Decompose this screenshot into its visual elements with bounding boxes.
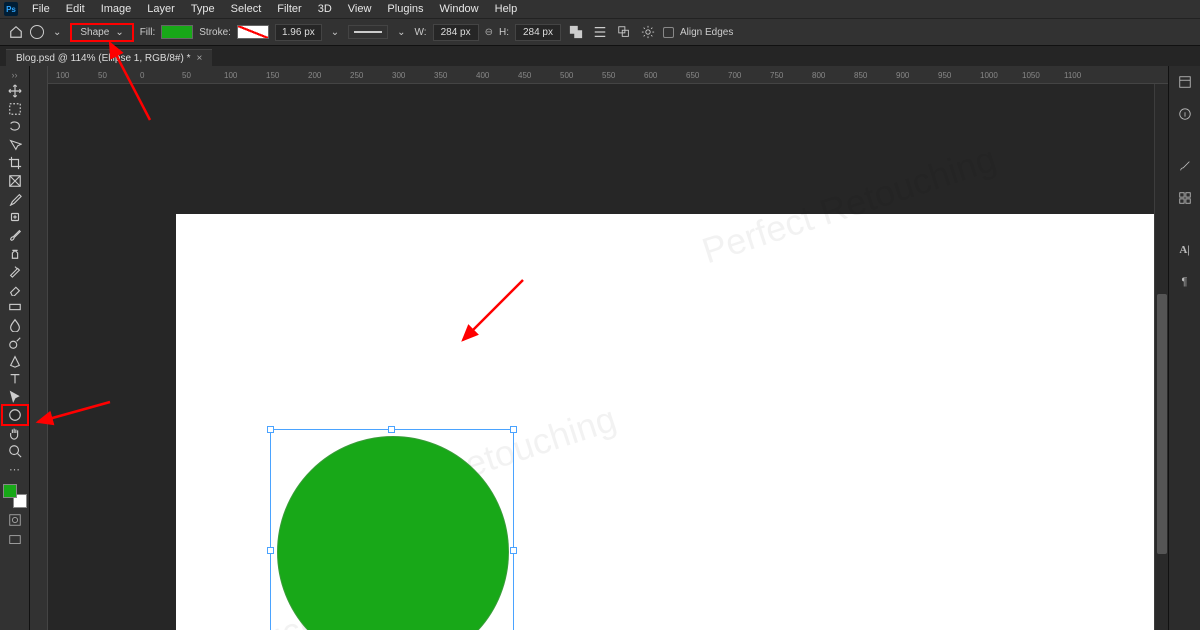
stroke-width-input[interactable]: 1.96 px: [275, 24, 322, 41]
crop-tool[interactable]: [3, 154, 27, 172]
path-align-icon[interactable]: [591, 23, 609, 41]
panel-libraries-icon[interactable]: [1175, 72, 1195, 92]
panel-paragraph-icon[interactable]: ¶: [1175, 272, 1195, 292]
healing-tool[interactable]: [3, 208, 27, 226]
path-select-tool[interactable]: [3, 388, 27, 406]
menu-edit[interactable]: Edit: [58, 1, 93, 17]
history-brush-tool[interactable]: [3, 262, 27, 280]
document-area: 100 50 0 50 100 150 200 250 300 350 400 …: [30, 66, 1168, 630]
hand-tool[interactable]: [3, 424, 27, 442]
width-label: W:: [415, 27, 427, 38]
fill-swatch[interactable]: [161, 25, 193, 39]
ps-logo: Ps: [4, 2, 18, 16]
gradient-tool[interactable]: [3, 298, 27, 316]
shape-mode-dropdown[interactable]: Shape⌄: [70, 23, 133, 42]
menu-file[interactable]: File: [24, 1, 58, 17]
workspace: ›› ⋯ 100: [0, 66, 1200, 630]
height-input[interactable]: 284 px: [515, 24, 561, 41]
menu-image[interactable]: Image: [93, 1, 140, 17]
panel-character-icon[interactable]: A|: [1175, 240, 1195, 260]
menu-plugins[interactable]: Plugins: [379, 1, 431, 17]
shape-bounding-box[interactable]: [270, 429, 514, 630]
eyedropper-tool[interactable]: [3, 190, 27, 208]
quick-mask-icon[interactable]: [5, 512, 25, 528]
height-label: H:: [499, 27, 509, 38]
zoom-tool[interactable]: [3, 442, 27, 460]
tools-panel: ›› ⋯: [0, 66, 30, 630]
vertical-ruler: [30, 66, 48, 630]
menu-3d[interactable]: 3D: [310, 1, 340, 17]
move-tool[interactable]: [3, 82, 27, 100]
stroke-label: Stroke:: [199, 27, 231, 38]
align-edges-label: Align Edges: [680, 27, 733, 38]
ellipse-shape[interactable]: [277, 436, 509, 630]
handle-mr[interactable]: [510, 547, 517, 554]
document-tab[interactable]: Blog.psd @ 114% (Ellipse 1, RGB/8#) * ×: [6, 49, 212, 66]
stroke-width-dd[interactable]: ⌄: [328, 27, 342, 38]
panel-brushes-icon[interactable]: [1175, 156, 1195, 176]
menu-view[interactable]: View: [340, 1, 380, 17]
blur-tool[interactable]: [3, 316, 27, 334]
color-swatches[interactable]: [3, 484, 27, 508]
handle-tr[interactable]: [510, 426, 517, 433]
document-tab-title: Blog.psd @ 114% (Ellipse 1, RGB/8#) *: [16, 53, 191, 64]
menu-select[interactable]: Select: [223, 1, 270, 17]
tool-preset-dd[interactable]: ⌄: [50, 27, 64, 38]
scrollbar-thumb[interactable]: [1157, 294, 1167, 554]
toolbar-expand-icon[interactable]: ››: [12, 70, 18, 80]
menu-layer[interactable]: Layer: [139, 1, 183, 17]
fill-label: Fill:: [140, 27, 156, 38]
frame-tool[interactable]: [3, 172, 27, 190]
home-icon[interactable]: [8, 24, 24, 40]
pen-tool[interactable]: [3, 352, 27, 370]
document-tab-strip: Blog.psd @ 114% (Ellipse 1, RGB/8#) * ×: [0, 46, 1200, 66]
dodge-tool[interactable]: [3, 334, 27, 352]
menu-help[interactable]: Help: [487, 1, 526, 17]
screen-mode-icon[interactable]: [5, 532, 25, 548]
handle-tm[interactable]: [388, 426, 395, 433]
menu-window[interactable]: Window: [432, 1, 487, 17]
shape-mode-label: Shape: [80, 27, 109, 38]
link-wh-icon[interactable]: ⊖: [485, 27, 493, 38]
edit-toolbar-icon[interactable]: ⋯: [3, 460, 27, 478]
horizontal-ruler: 100 50 0 50 100 150 200 250 300 350 400 …: [48, 66, 1168, 84]
menu-filter[interactable]: Filter: [269, 1, 309, 17]
watermark: Perfect Retouching: [697, 138, 1001, 273]
stroke-style-chevron[interactable]: ⌄: [394, 27, 408, 38]
menubar: Ps File Edit Image Layer Type Select Fil…: [0, 0, 1200, 18]
lasso-tool[interactable]: [3, 118, 27, 136]
foreground-color[interactable]: [3, 484, 17, 498]
eraser-tool[interactable]: [3, 280, 27, 298]
path-operations-icon[interactable]: [567, 23, 585, 41]
gear-icon[interactable]: [639, 23, 657, 41]
panel-swatches-icon[interactable]: [1175, 188, 1195, 208]
panel-info-icon[interactable]: [1175, 104, 1195, 124]
vertical-scrollbar[interactable]: [1154, 84, 1168, 630]
width-input[interactable]: 284 px: [433, 24, 479, 41]
right-panel-dock: A| ¶: [1168, 66, 1200, 630]
brush-tool[interactable]: [3, 226, 27, 244]
path-arrange-icon[interactable]: [615, 23, 633, 41]
ellipse-shape-tool[interactable]: [3, 406, 27, 424]
handle-ml[interactable]: [267, 547, 274, 554]
close-tab-icon[interactable]: ×: [197, 53, 203, 64]
quick-select-tool[interactable]: [3, 136, 27, 154]
clone-tool[interactable]: [3, 244, 27, 262]
canvas-viewport[interactable]: Perfect Retouching Perfect Retouching Pe…: [48, 84, 1168, 630]
options-bar: ⌄ Shape⌄ Fill: Stroke: 1.96 px ⌄ ⌄ W: 28…: [0, 18, 1200, 46]
handle-tl[interactable]: [267, 426, 274, 433]
menu-type[interactable]: Type: [183, 1, 223, 17]
stroke-style-dd[interactable]: [348, 25, 388, 39]
marquee-tool[interactable]: [3, 100, 27, 118]
stroke-swatch[interactable]: [237, 25, 269, 39]
type-tool[interactable]: [3, 370, 27, 388]
ellipse-tool-icon[interactable]: [30, 25, 44, 39]
align-edges-checkbox[interactable]: [663, 27, 674, 38]
